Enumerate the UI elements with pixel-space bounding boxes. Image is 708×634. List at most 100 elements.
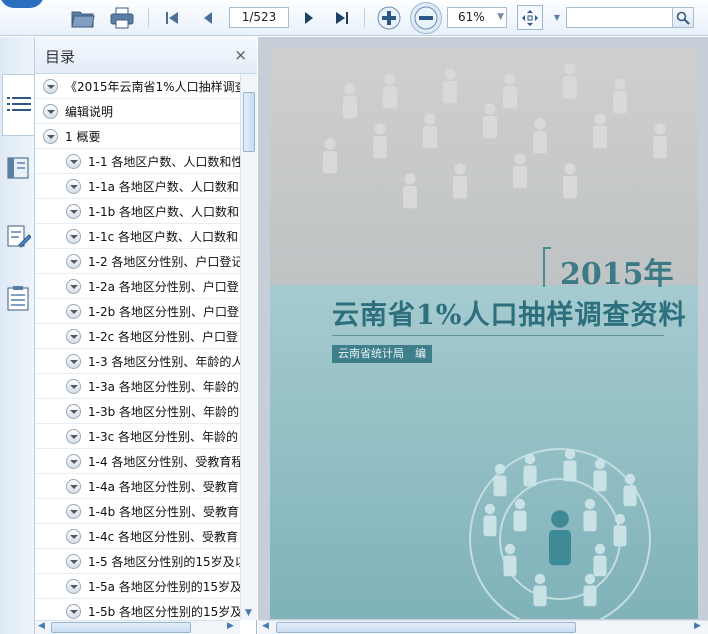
- fit-page-button[interactable]: [517, 5, 543, 30]
- zoom-in-button[interactable]: [375, 4, 403, 32]
- last-page-icon: [336, 12, 348, 24]
- scroll-left-arrow-icon[interactable]: ◀: [38, 621, 45, 631]
- expand-toggle-icon[interactable]: [43, 79, 58, 94]
- outline-item-label: 1-4b 各地区分性别、受教育: [88, 505, 240, 519]
- page-number-input[interactable]: 1/523: [229, 7, 289, 28]
- person-silhouette-icon: [563, 63, 577, 99]
- expand-toggle-icon[interactable]: [66, 479, 81, 494]
- outline-item[interactable]: 1 概要: [35, 124, 240, 149]
- search-options-chevron-icon[interactable]: ▼: [552, 9, 562, 25]
- cover-title-rule: [332, 335, 664, 336]
- expand-toggle-icon[interactable]: [66, 504, 81, 519]
- outline-item-label: 1-4c 各地区分性别、受教育: [88, 530, 239, 544]
- zoom-out-button[interactable]: [410, 2, 442, 34]
- outline-item[interactable]: 1-1 各地区户数、人口数和性: [35, 149, 240, 174]
- person-silhouette-icon: [503, 543, 517, 577]
- scrollbar-thumb[interactable]: [276, 622, 576, 633]
- tab-bookmarks[interactable]: [2, 140, 34, 196]
- expand-toggle-icon[interactable]: [66, 554, 81, 569]
- expand-toggle-icon[interactable]: [66, 379, 81, 394]
- tab-clipboard[interactable]: [2, 270, 34, 326]
- outline-item[interactable]: 1-2c 各地区分性别、户口登: [35, 324, 240, 349]
- outline-item[interactable]: 1-4c 各地区分性别、受教育: [35, 524, 240, 549]
- app-logo: [0, 0, 44, 8]
- search-button[interactable]: [672, 7, 694, 28]
- last-page-button[interactable]: [330, 7, 354, 29]
- close-icon[interactable]: ×: [234, 46, 247, 64]
- cover-people-illustration: [323, 63, 667, 619]
- outline-item[interactable]: 1-4b 各地区分性别、受教育: [35, 499, 240, 524]
- open-folder-button[interactable]: [69, 5, 97, 31]
- scrollbar-thumb[interactable]: [51, 622, 191, 633]
- outline-item[interactable]: 1-2a 各地区分性别、户口登: [35, 274, 240, 299]
- expand-toggle-icon[interactable]: [43, 129, 58, 144]
- person-silhouette-icon: [549, 510, 571, 566]
- search-icon: [676, 11, 690, 25]
- expand-toggle-icon[interactable]: [66, 454, 81, 469]
- expand-toggle-icon[interactable]: [66, 604, 81, 619]
- outline-item[interactable]: 1-3c 各地区分性别、年龄的: [35, 424, 240, 449]
- expand-toggle-icon[interactable]: [66, 204, 81, 219]
- book-icon: [7, 157, 29, 179]
- edit-note-icon: [7, 225, 31, 248]
- outline-item[interactable]: 1-4a 各地区分性别、受教育: [35, 474, 240, 499]
- expand-toggle-icon[interactable]: [66, 329, 81, 344]
- outline-horizontal-scrollbar[interactable]: ◀ ▶: [35, 620, 240, 634]
- expand-toggle-icon[interactable]: [66, 529, 81, 544]
- arrow-right-icon: [305, 12, 313, 24]
- next-page-button[interactable]: [297, 7, 321, 29]
- expand-toggle-icon[interactable]: [66, 404, 81, 419]
- expand-toggle-icon[interactable]: [66, 229, 81, 244]
- scroll-down-arrow-icon[interactable]: ▼: [245, 608, 252, 618]
- person-silhouette-icon: [613, 513, 627, 547]
- outline-vertical-scrollbar[interactable]: ▼: [240, 74, 257, 620]
- tab-annotations[interactable]: [2, 208, 34, 264]
- person-silhouette-icon: [343, 83, 357, 119]
- scrollbar-thumb[interactable]: [243, 92, 255, 152]
- outline-item[interactable]: 1-2 各地区分性别、户口登记: [35, 249, 240, 274]
- first-page-button[interactable]: [160, 7, 184, 29]
- outline-item-label: 1-2c 各地区分性别、户口登: [88, 330, 239, 344]
- expand-toggle-icon[interactable]: [66, 429, 81, 444]
- outline-panel: 目录 × 《2015年云南省1%人口抽样调查 编辑说明 1 概要 1-1 各地区户数、…: [35, 37, 257, 634]
- outline-item[interactable]: 1-5b 各地区分性别的15岁及: [35, 599, 240, 620]
- outline-item[interactable]: 1-1c 各地区户数、人口数和: [35, 224, 240, 249]
- expand-toggle-icon[interactable]: [66, 579, 81, 594]
- outline-item-label: 1-3 各地区分性别、年龄的人: [88, 355, 240, 369]
- scroll-left-arrow-icon[interactable]: ◀: [262, 621, 269, 631]
- person-silhouette-icon: [533, 118, 547, 154]
- outline-item[interactable]: 1-4 各地区分性别、受教育程: [35, 449, 240, 474]
- outline-item[interactable]: 1-1b 各地区户数、人口数和: [35, 199, 240, 224]
- expand-toggle-icon[interactable]: [66, 254, 81, 269]
- scroll-right-arrow-icon[interactable]: ▶: [227, 621, 234, 631]
- outline-item-label: 1-4a 各地区分性别、受教育: [88, 480, 239, 494]
- outline-item-label: 1-5a 各地区分性别的15岁及: [88, 580, 240, 594]
- print-button[interactable]: [108, 5, 136, 31]
- document-horizontal-scrollbar[interactable]: ◀ ▶: [258, 620, 708, 634]
- expand-toggle-icon[interactable]: [66, 279, 81, 294]
- outline-item-label: 1 概要: [65, 130, 101, 144]
- person-silhouette-icon: [503, 73, 517, 109]
- outline-item[interactable]: 《2015年云南省1%人口抽样调查: [35, 74, 240, 99]
- outline-item[interactable]: 1-3b 各地区分性别、年龄的: [35, 399, 240, 424]
- scroll-right-arrow-icon[interactable]: ▶: [694, 621, 701, 631]
- expand-toggle-icon[interactable]: [66, 179, 81, 194]
- outline-item[interactable]: 1-1a 各地区户数、人口数和: [35, 174, 240, 199]
- previous-page-button[interactable]: [196, 7, 220, 29]
- outline-item[interactable]: 编辑说明: [35, 99, 240, 124]
- outline-item[interactable]: 1-5 各地区分性别的15岁及以: [35, 549, 240, 574]
- expand-toggle-icon[interactable]: [43, 104, 58, 119]
- document-view[interactable]: 2015年 云南省1%人口抽样调查资料 云南省统计局 编 ◀ ▶: [258, 37, 708, 634]
- outline-item[interactable]: 1-5a 各地区分性别的15岁及: [35, 574, 240, 599]
- person-silhouette-icon: [593, 113, 607, 149]
- search-input[interactable]: [566, 7, 673, 28]
- outline-item[interactable]: 1-2b 各地区分性别、户口登: [35, 299, 240, 324]
- expand-toggle-icon[interactable]: [66, 354, 81, 369]
- expand-toggle-icon[interactable]: [66, 304, 81, 319]
- outline-item[interactable]: 1-3a 各地区分性别、年龄的: [35, 374, 240, 399]
- expand-toggle-icon[interactable]: [66, 154, 81, 169]
- outline-item[interactable]: 1-3 各地区分性别、年龄的人: [35, 349, 240, 374]
- zoom-select[interactable]: 61% ▼: [447, 7, 507, 28]
- outline-item-label: 1-2b 各地区分性别、户口登: [88, 305, 240, 319]
- tab-outline[interactable]: [2, 74, 34, 136]
